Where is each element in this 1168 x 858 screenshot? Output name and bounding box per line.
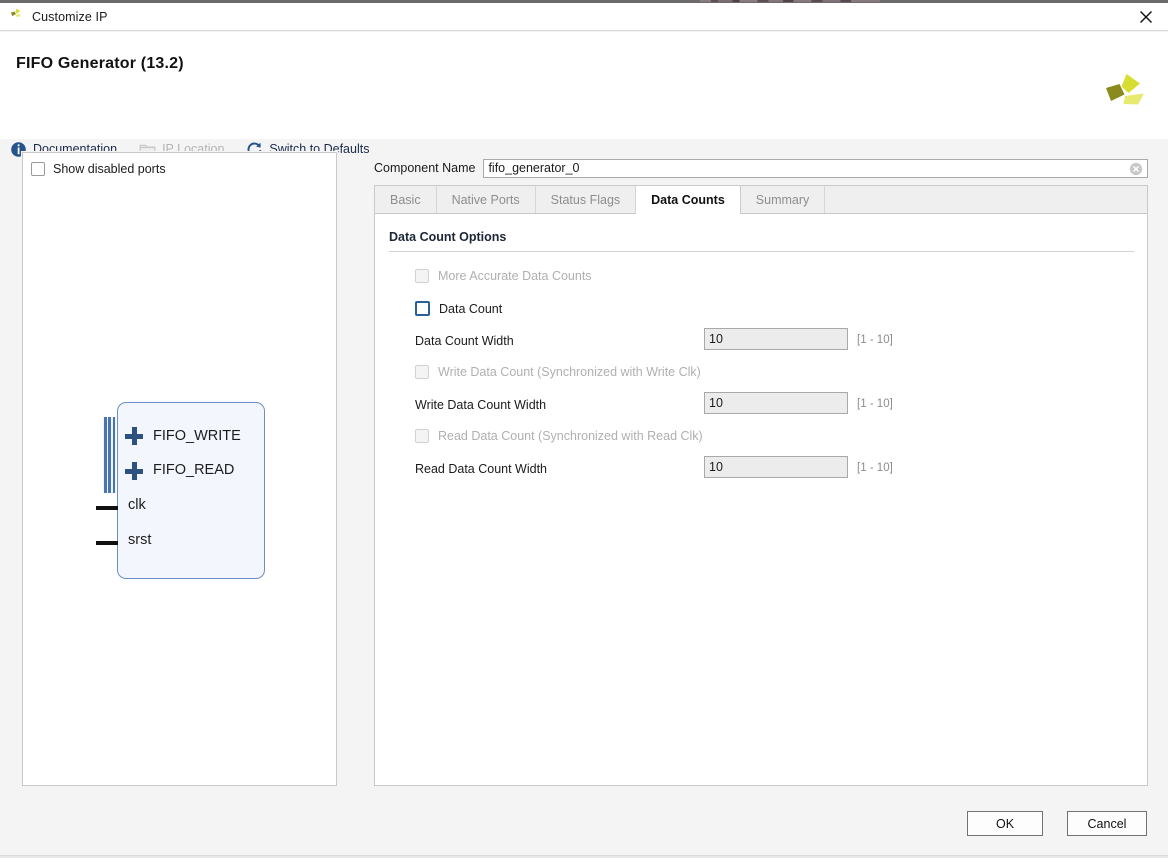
data-counts-tab-panel: Data Count Options More Accurate Data Co… (375, 214, 1147, 785)
xilinx-brand-logo-icon (1104, 72, 1148, 114)
dialog-header: FIFO Generator (13.2) Documentation IP L… (0, 32, 1168, 157)
port-label-fifo-write: FIFO_WRITE (153, 428, 241, 444)
section-divider (389, 251, 1134, 252)
show-disabled-ports-checkbox[interactable]: Show disabled ports (31, 162, 166, 176)
checkbox-box (31, 162, 45, 176)
close-icon[interactable] (1124, 3, 1168, 31)
checkbox-label: Read Data Count (Synchronized with Read … (438, 429, 703, 443)
checkbox-label: More Accurate Data Counts (438, 269, 592, 283)
port-label-srst: srst (128, 532, 152, 548)
checkbox-label: Write Data Count (Synchronized with Writ… (438, 365, 701, 379)
ip-config-panel: Basic Native Ports Status Flags Data Cou… (374, 185, 1148, 786)
form-row: Read Data Count Width [1 - 10] (375, 454, 1147, 486)
component-name-input[interactable] (488, 159, 1125, 177)
read-data-count-width-range: [1 - 10] (857, 462, 893, 474)
clear-icon[interactable] (1129, 162, 1143, 176)
component-name-label: Component Name (374, 161, 476, 175)
tab-data-counts[interactable]: Data Counts (636, 186, 741, 214)
read-data-count-width-label: Read Data Count Width (415, 462, 548, 476)
tab-label: Data Counts (651, 192, 725, 207)
data-count-checkbox[interactable]: Data Count (415, 301, 502, 316)
tab-basic[interactable]: Basic (375, 186, 437, 213)
background-window-noise (700, 0, 880, 2)
checkbox-box (415, 269, 429, 283)
write-data-count-checkbox[interactable]: Write Data Count (Synchronized with Writ… (415, 365, 701, 379)
bus-marker-fifo-read (103, 455, 116, 493)
tab-label: Basic (390, 192, 421, 207)
checkbox-box (415, 301, 430, 316)
component-name-input-wrapper (483, 158, 1148, 178)
tab-status-flags[interactable]: Status Flags (535, 186, 637, 213)
component-name-row: Component Name (374, 158, 1148, 178)
ip-symbol-diagram: FIFO_WRITE FIFO_READ clk srst (83, 393, 313, 583)
form-row: Read Data Count (Synchronized with Read … (375, 422, 1147, 454)
tab-label: Summary (755, 192, 810, 207)
form-row: Data Count (375, 294, 1147, 326)
ok-button-label: OK (995, 816, 1015, 831)
bus-marker-fifo-write (103, 417, 116, 455)
page-title: FIFO Generator (13.2) (16, 55, 184, 72)
data-count-width-range: [1 - 10] (857, 334, 893, 346)
checkbox-box (415, 365, 429, 379)
plus-icon[interactable] (125, 462, 143, 480)
port-wire-srst (96, 541, 118, 545)
tab-label: Native Ports (451, 192, 520, 207)
tab-summary[interactable]: Summary (740, 186, 826, 213)
show-disabled-ports-label: Show disabled ports (53, 162, 166, 176)
title-bar-left: Customize IP (9, 3, 108, 31)
write-data-count-width-label: Write Data Count Width (415, 398, 547, 412)
form-row: More Accurate Data Counts (375, 262, 1147, 294)
tab-native-ports[interactable]: Native Ports (436, 186, 536, 213)
section-title: Data Count Options (389, 230, 507, 244)
read-data-count-width-input[interactable] (704, 456, 848, 478)
tab-label: Status Flags (550, 192, 621, 207)
more-accurate-data-counts-checkbox[interactable]: More Accurate Data Counts (415, 269, 592, 283)
ok-button[interactable]: OK (967, 811, 1043, 836)
write-data-count-width-input[interactable] (704, 392, 848, 414)
checkbox-box (415, 429, 429, 443)
checkbox-label: Data Count (439, 301, 503, 316)
data-count-options-form: More Accurate Data Counts Data Count Dat… (375, 262, 1147, 486)
cancel-button[interactable]: Cancel (1067, 811, 1147, 836)
port-label-clk: clk (128, 497, 146, 513)
tab-strip-filler (825, 186, 1147, 213)
form-row: Data Count Width [1 - 10] (375, 326, 1147, 358)
customize-ip-dialog: Customize IP FIFO Generator (13.2) Docum… (0, 0, 1168, 858)
data-count-width-label: Data Count Width (415, 334, 514, 348)
form-row: Write Data Count Width [1 - 10] (375, 390, 1147, 422)
data-count-width-input[interactable] (704, 328, 848, 350)
form-row: Write Data Count (Synchronized with Writ… (375, 358, 1147, 390)
ip-symbol-preview-panel: Show disabled ports FIFO_WRITE FIFO_READ… (22, 152, 337, 786)
port-label-fifo-read: FIFO_READ (153, 462, 235, 478)
tab-strip: Basic Native Ports Status Flags Data Cou… (375, 186, 1147, 214)
title-bar: Customize IP (0, 3, 1168, 31)
window-title: Customize IP (32, 10, 108, 24)
port-wire-clk (96, 506, 118, 510)
write-data-count-width-range: [1 - 10] (857, 398, 893, 410)
xilinx-logo-icon (9, 7, 24, 27)
plus-icon[interactable] (125, 427, 143, 445)
cancel-button-label: Cancel (1087, 816, 1127, 831)
read-data-count-checkbox[interactable]: Read Data Count (Synchronized with Read … (415, 429, 703, 443)
